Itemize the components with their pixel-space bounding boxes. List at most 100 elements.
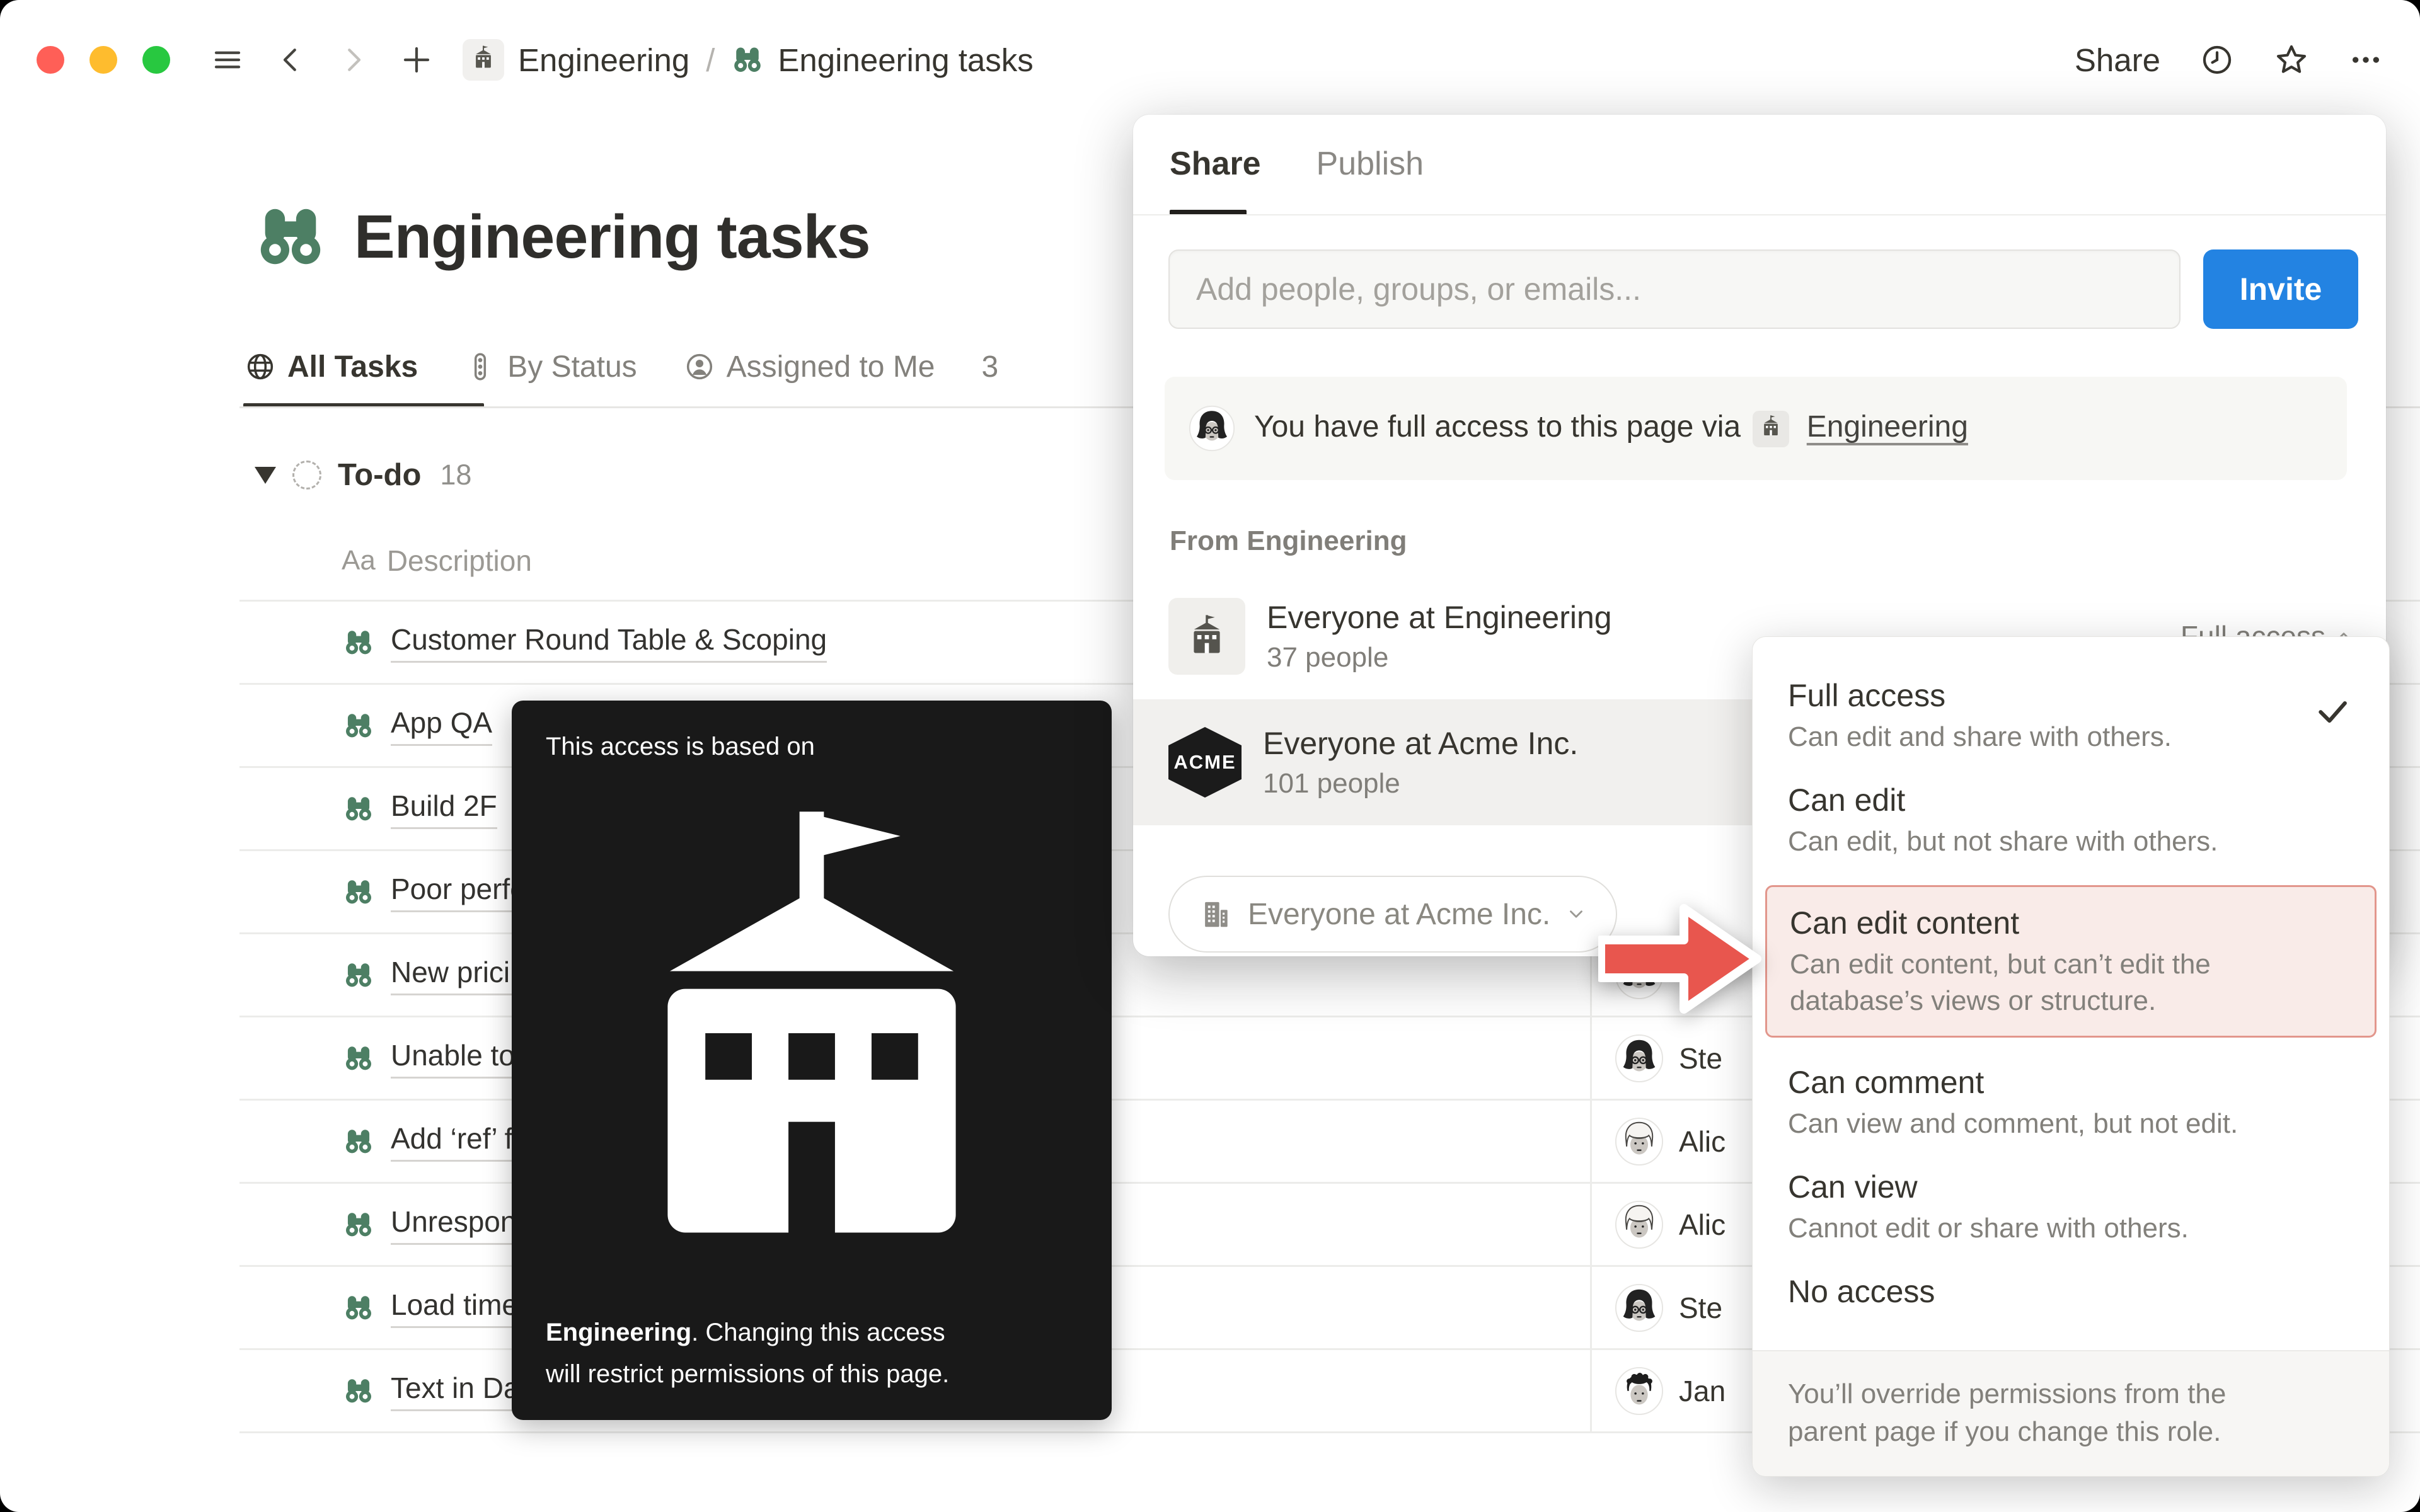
group-name: To-do [338,457,421,493]
task-title[interactable]: Customer Round Table & Scoping [391,622,827,663]
binoculars-icon [343,876,374,908]
text-property-icon: Aa [342,545,376,576]
breadcrumb-page-icon [731,43,764,76]
assignee-name: Alic [1679,1125,1726,1159]
binoculars-icon [343,627,374,658]
globe-icon [245,351,276,382]
binoculars-icon [343,1375,374,1407]
permission-option[interactable]: Can edit content Can edit content, but c… [1765,885,2377,1038]
assignee-name: Alic [1679,1208,1726,1242]
breadcrumb-parent-icon[interactable] [463,39,504,81]
engineering-link[interactable]: Engineering [1807,410,1968,444]
back-icon[interactable] [274,43,308,77]
access-banner: You have full access to this page via En… [1165,377,2347,480]
binoculars-icon [343,793,374,825]
acme-logo: ACME [1168,727,1242,798]
tab-more-views[interactable]: 3 [982,350,999,384]
column-header-description[interactable]: Aa Description [342,538,532,583]
more-options-icon[interactable] [2348,42,2383,77]
breadcrumb: Engineering / Engineering tasks [463,39,1034,81]
binoculars-icon [343,710,374,742]
permission-option-desc: Can edit and share with others. [1788,719,2336,755]
close-window-button[interactable] [37,46,64,74]
avatar [1615,1283,1664,1332]
permission-option[interactable]: No access [1753,1259,2389,1324]
binoculars-icon [343,793,374,825]
binoculars-icon [343,1292,374,1324]
binoculars-icon [343,1126,374,1157]
task-title[interactable]: Build 2F [391,789,497,829]
task-title[interactable]: App QA [391,706,492,746]
permission-option-title: Can comment [1788,1063,2354,1102]
binoculars-icon [343,1043,374,1074]
avatar-woman-light [1615,1117,1664,1166]
permission-option[interactable]: Full access Can edit and share with othe… [1753,663,2389,768]
tab-label: Assigned to Me [727,350,935,384]
avatar-woman-dark [1615,1283,1664,1332]
share-dialog-tabs: Share Publish [1170,145,1424,183]
avatar [1615,1117,1664,1166]
binoculars-icon [343,710,374,742]
permission-option-desc: Cannot edit or share with others. [1788,1210,2336,1247]
group-members: 101 people [1263,768,1578,799]
school-building-icon-slot [470,42,497,79]
tooltip-line2-rest: . Changing this access [691,1319,945,1346]
binoculars-icon [343,1043,374,1074]
topbar-actions: Share [2075,42,2383,79]
avatar [1615,1366,1664,1416]
avatar [1615,1200,1664,1249]
tab-publish[interactable]: Publish [1317,145,1424,183]
forward-icon[interactable] [337,43,371,77]
tab-by-status[interactable]: By Status [464,350,637,384]
add-people-input[interactable] [1168,249,2181,329]
permission-option[interactable]: Can view Cannot edit or share with other… [1753,1155,2389,1259]
tab-assigned-to-me[interactable]: Assigned to Me [684,350,935,384]
group-header-todo[interactable]: To-do 18 [255,446,471,504]
binoculars-icon [343,959,374,991]
breadcrumb-current[interactable]: Engineering tasks [778,42,1033,79]
binoculars-icon [343,1209,374,1240]
new-page-icon[interactable] [400,43,434,77]
tab-label: By Status [507,350,637,384]
chevron-down-icon [1565,903,1587,925]
updates-clock-icon[interactable] [2199,42,2235,77]
topbar: Engineering / Engineering tasks Share [0,0,2420,120]
permission-option[interactable]: Can edit Can edit, but not share with ot… [1753,768,2389,873]
engineering-badge [1753,411,1789,447]
tooltip-line1: This access is based on [546,726,1078,767]
share-button[interactable]: Share [2075,42,2160,79]
group-name: Everyone at Acme Inc. [1263,725,1578,762]
minimize-window-button[interactable] [89,46,117,74]
group-members: 37 people [1267,642,1612,673]
collapse-triangle-icon[interactable] [255,467,276,484]
binoculars-icon [343,627,374,658]
school-building-icon [546,767,1078,1299]
sidebar-menu-icon[interactable] [210,43,245,77]
page-icon-binoculars[interactable] [253,200,328,274]
tab-label: All Tasks [287,350,418,384]
permission-option[interactable]: Can comment Can view and comment, but no… [1753,1050,2389,1155]
permission-dropdown: Full access Can edit and share with othe… [1752,636,2390,1477]
breadcrumb-separator: / [706,42,715,79]
invite-row: Invite [1168,249,2358,329]
tab-share[interactable]: Share [1170,145,1261,183]
zoom-window-button[interactable] [142,46,170,74]
binoculars-icon [343,1209,374,1240]
invite-button[interactable]: Invite [2203,249,2358,329]
scope-selector-label: Everyone at Acme Inc. [1248,897,1550,932]
avatar-man-curly [1615,1366,1664,1416]
acme-scope-selector[interactable]: Everyone at Acme Inc. [1168,876,1617,953]
favorite-star-icon[interactable] [2274,42,2309,77]
page-header: Engineering tasks [253,186,870,287]
office-building-icon [1199,897,1233,931]
assignee-name: Ste [1679,1041,1722,1075]
binoculars-icon [343,876,374,908]
breadcrumb-parent[interactable]: Engineering [518,42,689,79]
current-user-avatar [1189,405,1235,452]
column-label: Description [387,544,532,578]
avatar-woman-dark [1615,1034,1664,1083]
binoculars-icon [343,1126,374,1157]
permission-option-title: Can edit content [1790,903,2352,942]
binoculars-icon [343,1375,374,1407]
tab-all-tasks[interactable]: All Tasks [245,350,418,384]
